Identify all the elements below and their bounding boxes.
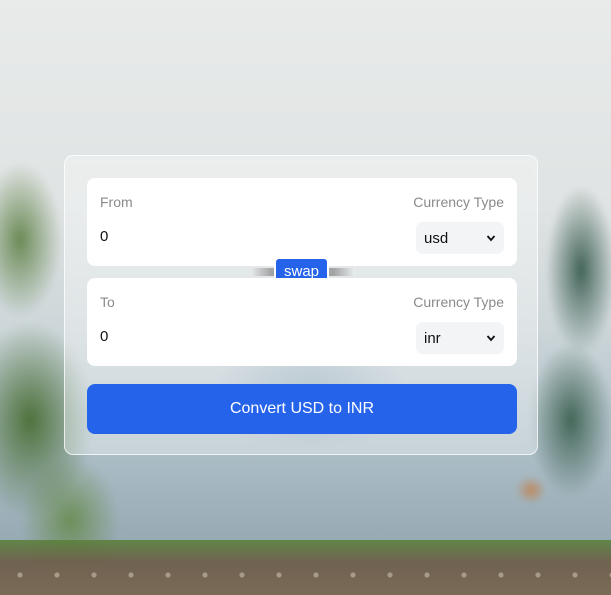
from-currency-select[interactable]: usd	[416, 222, 504, 254]
chevron-down-icon	[486, 235, 496, 242]
to-currency-type-label: Currency Type	[413, 294, 504, 310]
from-currency-type-label: Currency Type	[413, 194, 504, 210]
to-currency-select[interactable]: inr	[416, 322, 504, 354]
from-amount-input[interactable]	[100, 228, 300, 245]
background-pebbles	[0, 555, 611, 595]
convert-button[interactable]: Convert USD to INR	[87, 384, 517, 434]
to-amount-input[interactable]	[100, 328, 300, 345]
to-label: To	[100, 294, 115, 310]
to-currency-value: inr	[424, 329, 441, 347]
from-currency-value: usd	[424, 229, 449, 247]
from-panel: From Currency Type usd	[87, 178, 517, 266]
to-panel: To Currency Type inr	[87, 278, 517, 366]
chevron-down-icon	[486, 335, 496, 342]
currency-converter-card: From Currency Type usd swap To Currency …	[64, 155, 538, 455]
from-label: From	[100, 194, 133, 210]
